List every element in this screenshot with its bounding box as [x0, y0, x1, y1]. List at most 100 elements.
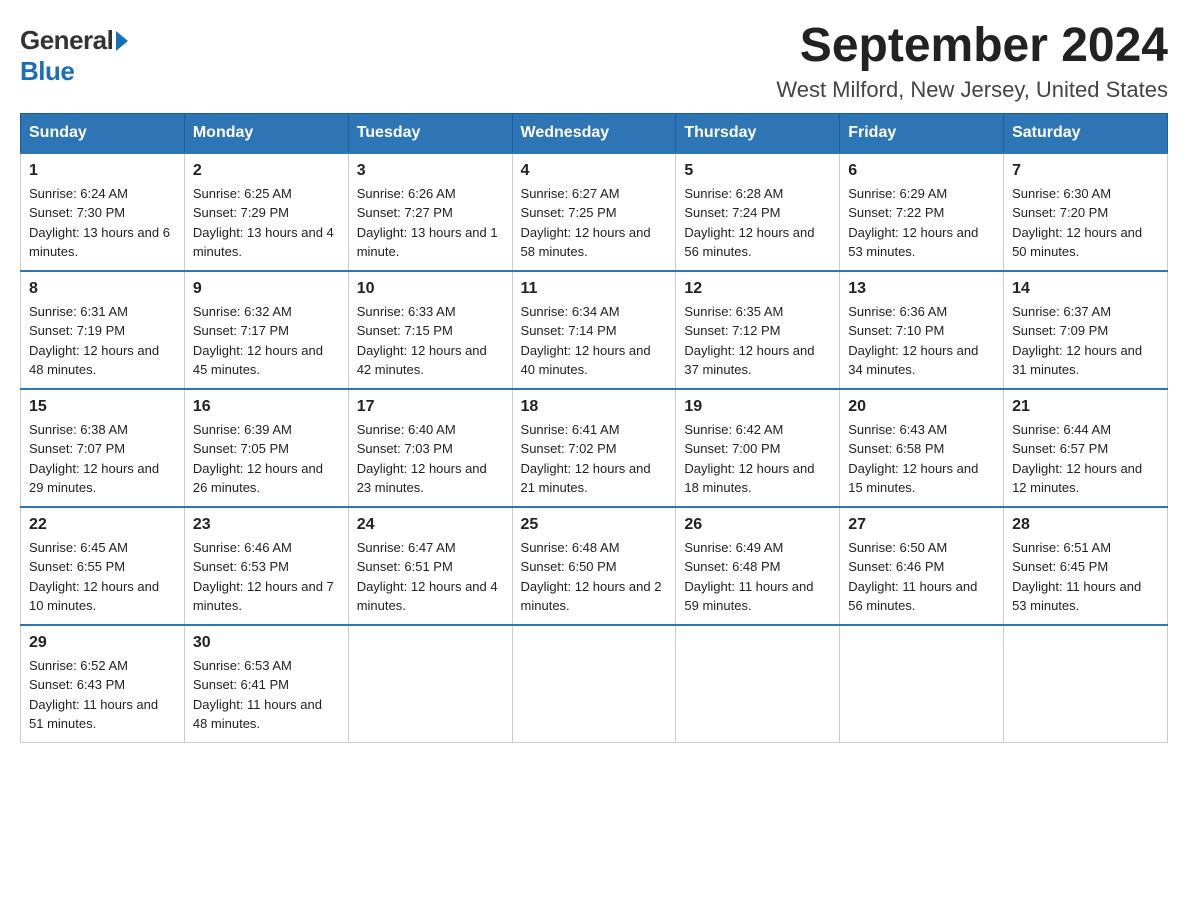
table-row: 9 Sunrise: 6:32 AMSunset: 7:17 PMDayligh…: [184, 271, 348, 389]
day-number: 11: [521, 280, 668, 298]
day-info: Sunrise: 6:47 AMSunset: 6:51 PMDaylight:…: [357, 538, 504, 616]
day-info: Sunrise: 6:41 AMSunset: 7:02 PMDaylight:…: [521, 420, 668, 498]
header-thursday: Thursday: [676, 113, 840, 153]
calendar-table: Sunday Monday Tuesday Wednesday Thursday…: [20, 113, 1168, 743]
day-number: 9: [193, 280, 340, 298]
day-info: Sunrise: 6:25 AMSunset: 7:29 PMDaylight:…: [193, 184, 340, 262]
day-info: Sunrise: 6:35 AMSunset: 7:12 PMDaylight:…: [684, 302, 831, 380]
day-info: Sunrise: 6:26 AMSunset: 7:27 PMDaylight:…: [357, 184, 504, 262]
day-info: Sunrise: 6:38 AMSunset: 7:07 PMDaylight:…: [29, 420, 176, 498]
day-number: 16: [193, 398, 340, 416]
table-row: 4 Sunrise: 6:27 AMSunset: 7:25 PMDayligh…: [512, 153, 676, 271]
title-block: September 2024 West Milford, New Jersey,…: [776, 20, 1168, 103]
logo-blue: Blue: [20, 56, 74, 86]
table-row: 18 Sunrise: 6:41 AMSunset: 7:02 PMDaylig…: [512, 389, 676, 507]
logo-general: General: [20, 25, 113, 56]
table-row: 29 Sunrise: 6:52 AMSunset: 6:43 PMDaylig…: [21, 625, 185, 743]
day-number: 8: [29, 280, 176, 298]
table-row: 11 Sunrise: 6:34 AMSunset: 7:14 PMDaylig…: [512, 271, 676, 389]
table-row: [1004, 625, 1168, 743]
calendar-header-row: Sunday Monday Tuesday Wednesday Thursday…: [21, 113, 1168, 153]
day-number: 27: [848, 516, 995, 534]
day-number: 2: [193, 162, 340, 180]
day-number: 1: [29, 162, 176, 180]
table-row: 15 Sunrise: 6:38 AMSunset: 7:07 PMDaylig…: [21, 389, 185, 507]
day-info: Sunrise: 6:36 AMSunset: 7:10 PMDaylight:…: [848, 302, 995, 380]
day-number: 13: [848, 280, 995, 298]
table-row: 23 Sunrise: 6:46 AMSunset: 6:53 PMDaylig…: [184, 507, 348, 625]
day-number: 19: [684, 398, 831, 416]
table-row: 30 Sunrise: 6:53 AMSunset: 6:41 PMDaylig…: [184, 625, 348, 743]
table-row: [840, 625, 1004, 743]
day-number: 23: [193, 516, 340, 534]
day-info: Sunrise: 6:40 AMSunset: 7:03 PMDaylight:…: [357, 420, 504, 498]
day-number: 26: [684, 516, 831, 534]
header-monday: Monday: [184, 113, 348, 153]
table-row: 25 Sunrise: 6:48 AMSunset: 6:50 PMDaylig…: [512, 507, 676, 625]
day-number: 18: [521, 398, 668, 416]
day-number: 15: [29, 398, 176, 416]
table-row: [676, 625, 840, 743]
day-info: Sunrise: 6:31 AMSunset: 7:19 PMDaylight:…: [29, 302, 176, 380]
table-row: 28 Sunrise: 6:51 AMSunset: 6:45 PMDaylig…: [1004, 507, 1168, 625]
day-info: Sunrise: 6:45 AMSunset: 6:55 PMDaylight:…: [29, 538, 176, 616]
day-number: 3: [357, 162, 504, 180]
day-number: 30: [193, 634, 340, 652]
day-info: Sunrise: 6:27 AMSunset: 7:25 PMDaylight:…: [521, 184, 668, 262]
table-row: 1 Sunrise: 6:24 AMSunset: 7:30 PMDayligh…: [21, 153, 185, 271]
calendar-week-row: 22 Sunrise: 6:45 AMSunset: 6:55 PMDaylig…: [21, 507, 1168, 625]
logo-arrow-icon: [116, 31, 128, 51]
day-number: 6: [848, 162, 995, 180]
day-number: 14: [1012, 280, 1159, 298]
page-header: General Blue September 2024 West Milford…: [20, 20, 1168, 103]
day-number: 12: [684, 280, 831, 298]
day-info: Sunrise: 6:49 AMSunset: 6:48 PMDaylight:…: [684, 538, 831, 616]
day-info: Sunrise: 6:30 AMSunset: 7:20 PMDaylight:…: [1012, 184, 1159, 262]
table-row: [348, 625, 512, 743]
page-subtitle: West Milford, New Jersey, United States: [776, 77, 1168, 103]
header-friday: Friday: [840, 113, 1004, 153]
header-tuesday: Tuesday: [348, 113, 512, 153]
day-info: Sunrise: 6:52 AMSunset: 6:43 PMDaylight:…: [29, 656, 176, 734]
day-info: Sunrise: 6:32 AMSunset: 7:17 PMDaylight:…: [193, 302, 340, 380]
table-row: 5 Sunrise: 6:28 AMSunset: 7:24 PMDayligh…: [676, 153, 840, 271]
table-row: 10 Sunrise: 6:33 AMSunset: 7:15 PMDaylig…: [348, 271, 512, 389]
day-number: 5: [684, 162, 831, 180]
day-number: 10: [357, 280, 504, 298]
table-row: 14 Sunrise: 6:37 AMSunset: 7:09 PMDaylig…: [1004, 271, 1168, 389]
day-info: Sunrise: 6:29 AMSunset: 7:22 PMDaylight:…: [848, 184, 995, 262]
header-sunday: Sunday: [21, 113, 185, 153]
table-row: 3 Sunrise: 6:26 AMSunset: 7:27 PMDayligh…: [348, 153, 512, 271]
page-title: September 2024: [776, 20, 1168, 73]
table-row: 16 Sunrise: 6:39 AMSunset: 7:05 PMDaylig…: [184, 389, 348, 507]
day-info: Sunrise: 6:44 AMSunset: 6:57 PMDaylight:…: [1012, 420, 1159, 498]
day-info: Sunrise: 6:28 AMSunset: 7:24 PMDaylight:…: [684, 184, 831, 262]
day-info: Sunrise: 6:53 AMSunset: 6:41 PMDaylight:…: [193, 656, 340, 734]
logo: General Blue: [20, 20, 128, 87]
table-row: 26 Sunrise: 6:49 AMSunset: 6:48 PMDaylig…: [676, 507, 840, 625]
day-number: 25: [521, 516, 668, 534]
table-row: 12 Sunrise: 6:35 AMSunset: 7:12 PMDaylig…: [676, 271, 840, 389]
table-row: 8 Sunrise: 6:31 AMSunset: 7:19 PMDayligh…: [21, 271, 185, 389]
table-row: 21 Sunrise: 6:44 AMSunset: 6:57 PMDaylig…: [1004, 389, 1168, 507]
table-row: 6 Sunrise: 6:29 AMSunset: 7:22 PMDayligh…: [840, 153, 1004, 271]
calendar-week-row: 29 Sunrise: 6:52 AMSunset: 6:43 PMDaylig…: [21, 625, 1168, 743]
header-wednesday: Wednesday: [512, 113, 676, 153]
calendar-week-row: 8 Sunrise: 6:31 AMSunset: 7:19 PMDayligh…: [21, 271, 1168, 389]
table-row: [512, 625, 676, 743]
calendar-week-row: 15 Sunrise: 6:38 AMSunset: 7:07 PMDaylig…: [21, 389, 1168, 507]
day-info: Sunrise: 6:46 AMSunset: 6:53 PMDaylight:…: [193, 538, 340, 616]
day-info: Sunrise: 6:24 AMSunset: 7:30 PMDaylight:…: [29, 184, 176, 262]
day-info: Sunrise: 6:51 AMSunset: 6:45 PMDaylight:…: [1012, 538, 1159, 616]
day-number: 4: [521, 162, 668, 180]
day-info: Sunrise: 6:39 AMSunset: 7:05 PMDaylight:…: [193, 420, 340, 498]
table-row: 2 Sunrise: 6:25 AMSunset: 7:29 PMDayligh…: [184, 153, 348, 271]
day-info: Sunrise: 6:42 AMSunset: 7:00 PMDaylight:…: [684, 420, 831, 498]
day-info: Sunrise: 6:48 AMSunset: 6:50 PMDaylight:…: [521, 538, 668, 616]
day-number: 22: [29, 516, 176, 534]
day-info: Sunrise: 6:37 AMSunset: 7:09 PMDaylight:…: [1012, 302, 1159, 380]
day-number: 24: [357, 516, 504, 534]
table-row: 24 Sunrise: 6:47 AMSunset: 6:51 PMDaylig…: [348, 507, 512, 625]
day-number: 28: [1012, 516, 1159, 534]
day-info: Sunrise: 6:33 AMSunset: 7:15 PMDaylight:…: [357, 302, 504, 380]
